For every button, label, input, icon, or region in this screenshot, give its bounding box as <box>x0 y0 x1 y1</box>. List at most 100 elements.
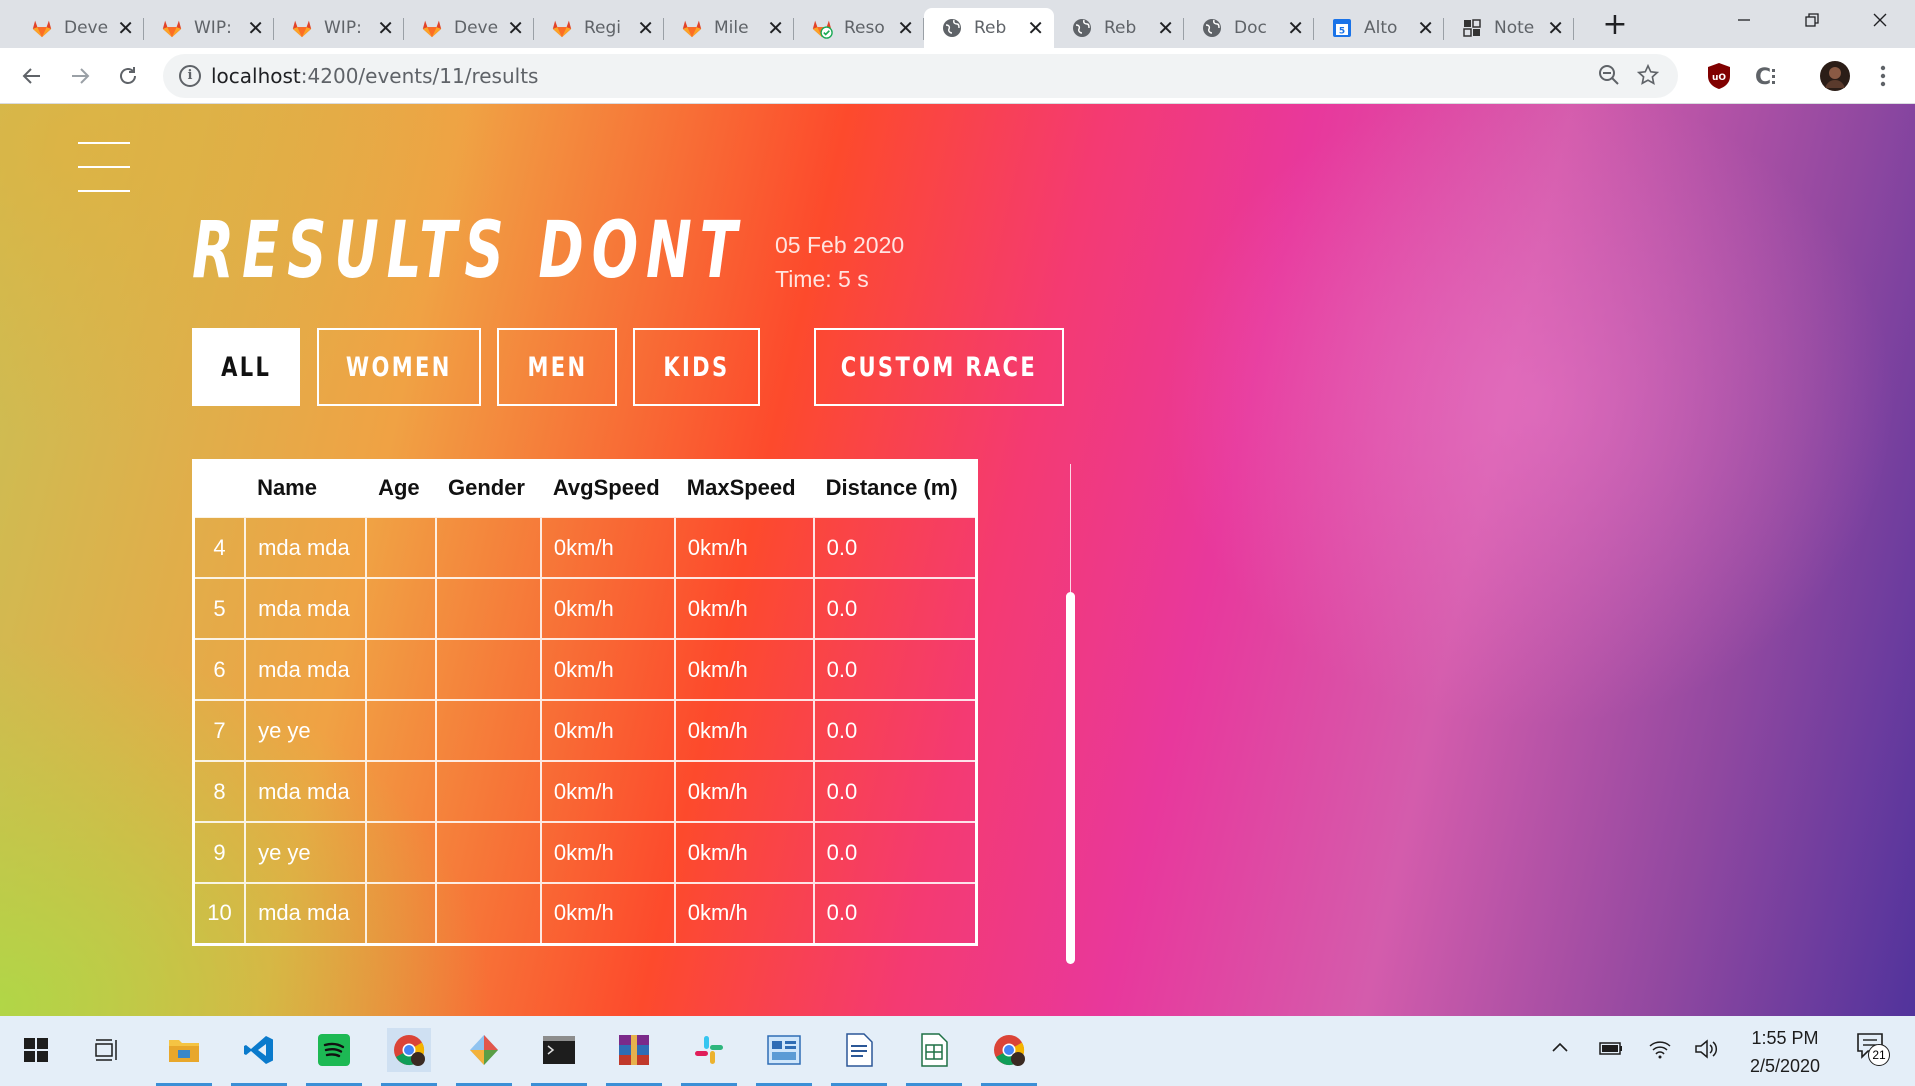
browser-tab[interactable]: Mile ✕ <box>664 8 794 48</box>
browser-tab[interactable]: WIP: ✕ <box>274 8 404 48</box>
tab-close-icon[interactable]: ✕ <box>1547 16 1564 40</box>
browser-tab[interactable]: Deve ✕ <box>404 8 534 48</box>
url-text[interactable]: localhost:4200/events/11/results <box>211 64 538 88</box>
tab-close-icon[interactable]: ✕ <box>247 16 264 40</box>
table-cell <box>434 699 541 761</box>
table-cell: 5 <box>193 577 246 639</box>
taskbar-clock[interactable]: 1:55 PM 2/5/2020 <box>1740 1024 1830 1080</box>
browser-tab[interactable]: Reb ✕ <box>1054 8 1184 48</box>
table-row[interactable]: 5 mda mda 0km/h 0km/h 0.0 <box>193 577 977 639</box>
terminal-icon[interactable] <box>537 1028 581 1072</box>
browser-tab[interactable]: Regi ✕ <box>534 8 664 48</box>
volume-icon[interactable] <box>1694 1038 1718 1065</box>
file-explorer-icon[interactable] <box>162 1028 206 1072</box>
slack-icon[interactable] <box>687 1028 731 1072</box>
table-row[interactable]: 8 mda mda 0km/h 0km/h 0.0 <box>193 760 977 822</box>
spreadsheet-icon[interactable] <box>912 1028 956 1072</box>
tab-close-icon[interactable]: ✕ <box>897 16 914 40</box>
forward-button[interactable] <box>60 56 100 96</box>
notification-center-icon[interactable]: 21 <box>1856 1032 1890 1066</box>
gitlab-icon <box>290 16 314 40</box>
vscode-icon[interactable] <box>237 1028 281 1072</box>
tab-close-icon[interactable]: ✕ <box>377 16 394 40</box>
reload-icon <box>120 67 136 84</box>
control-panel-icon[interactable] <box>762 1028 806 1072</box>
browser-tab[interactable]: 5 Alto ✕ <box>1314 8 1444 48</box>
windows-start-icon[interactable] <box>14 1028 58 1072</box>
table-cell <box>365 821 436 883</box>
ublock-extension-icon[interactable]: uO <box>1703 60 1735 92</box>
table-row[interactable]: 9 ye ye 0km/h 0km/h 0.0 <box>193 821 977 883</box>
table-cell: mda mda <box>244 516 367 578</box>
zoom-icon[interactable] <box>1598 64 1620 92</box>
restore-button[interactable] <box>1778 0 1846 40</box>
battery-icon[interactable] <box>1598 1038 1624 1063</box>
minimize-button[interactable] <box>1710 0 1778 40</box>
svg-text:C: C <box>1755 65 1771 89</box>
table-row[interactable]: 6 mda mda 0km/h 0km/h 0.0 <box>193 638 977 700</box>
info-icon[interactable]: i <box>179 65 201 87</box>
tab-close-icon[interactable]: ✕ <box>1157 16 1174 40</box>
results-page: RESULTS DONT 05 Feb 2020 Time: 5 s ALL W… <box>0 104 1915 1016</box>
table-cell <box>365 882 436 944</box>
word-document-icon[interactable] <box>837 1028 881 1072</box>
event-date: 05 Feb 2020 <box>775 232 905 258</box>
tab-close-icon[interactable]: ✕ <box>1027 16 1044 40</box>
address-bar[interactable]: i localhost:4200/events/11/results <box>163 54 1678 98</box>
winrar-icon[interactable] <box>612 1028 656 1072</box>
git-kraken-icon[interactable] <box>462 1028 506 1072</box>
table-cell: 0.0 <box>812 821 977 883</box>
notification-count-badge: 21 <box>1868 1044 1890 1066</box>
tab-title: WIP: <box>194 18 232 38</box>
filter-men-button[interactable]: MEN <box>497 328 617 406</box>
table-body: 4 mda mda 0km/h 0km/h 0.0 5 mda mda 0km/h 0km/h 0… <box>193 516 977 944</box>
browser-tab[interactable]: Deve ✕ <box>14 8 144 48</box>
chrome-icon[interactable] <box>387 1028 431 1072</box>
table-header-cell: Gender <box>447 474 525 500</box>
new-tab-button[interactable]: + <box>1600 8 1630 42</box>
tab-close-icon[interactable]: ✕ <box>637 16 654 40</box>
filter-kids-button[interactable]: KIDS <box>633 328 760 406</box>
browser-tab[interactable]: Reso ✕ <box>794 8 924 48</box>
tab-close-icon[interactable]: ✕ <box>1287 16 1304 40</box>
tab-title: Regi <box>584 18 622 38</box>
table-row[interactable]: 4 mda mda 0km/h 0km/h 0.0 <box>193 516 977 578</box>
extension-cs-icon[interactable]: C <box>1751 60 1783 92</box>
gitlab-icon <box>160 16 184 40</box>
bookmark-star-icon[interactable] <box>1636 63 1660 92</box>
chrome-profile-icon[interactable] <box>987 1028 1031 1072</box>
spotify-icon[interactable] <box>312 1028 356 1072</box>
profile-avatar[interactable] <box>1819 60 1851 92</box>
filter-all-button[interactable]: ALL <box>192 328 300 406</box>
browser-tab[interactable]: WIP: ✕ <box>144 8 274 48</box>
table-cell: mda mda <box>244 638 367 700</box>
wifi-icon[interactable] <box>1648 1038 1672 1065</box>
browser-tab[interactable]: Note ✕ <box>1444 8 1574 48</box>
tab-close-icon[interactable]: ✕ <box>117 16 134 40</box>
browser-menu-button[interactable] <box>1867 60 1899 92</box>
tray-chevron-up-icon[interactable] <box>1550 1038 1570 1063</box>
globe-icon <box>1070 16 1094 40</box>
reload-button[interactable] <box>108 56 148 96</box>
menu-hamburger-icon[interactable] <box>78 142 130 192</box>
browser-tab[interactable]: Doc ✕ <box>1184 8 1314 48</box>
back-button[interactable] <box>12 56 52 96</box>
clock-time: 1:55 PM <box>1751 1028 1819 1048</box>
table-row[interactable]: 10 mda mda 0km/h 0km/h 0.0 <box>193 882 977 944</box>
table-cell <box>434 760 541 822</box>
tab-separator <box>1573 18 1574 40</box>
gitlab-icon <box>420 16 444 40</box>
table-cell <box>434 638 541 700</box>
task-view-icon[interactable] <box>86 1028 130 1072</box>
close-window-button[interactable] <box>1846 0 1914 40</box>
tab-close-icon[interactable]: ✕ <box>1417 16 1434 40</box>
filter-women-button[interactable]: WOMEN <box>317 328 481 406</box>
table-cell <box>365 760 436 822</box>
scrollbar-thumb[interactable] <box>1066 592 1075 964</box>
tab-close-icon[interactable]: ✕ <box>507 16 524 40</box>
tab-close-icon[interactable]: ✕ <box>767 16 784 40</box>
browser-tab[interactable]: Reb ✕ <box>924 8 1054 48</box>
custom-race-button[interactable]: CUSTOM RACE <box>814 328 1064 406</box>
table-row[interactable]: 7 ye ye 0km/h 0km/h 0.0 <box>193 699 977 761</box>
more-vertical-icon <box>1880 65 1886 87</box>
